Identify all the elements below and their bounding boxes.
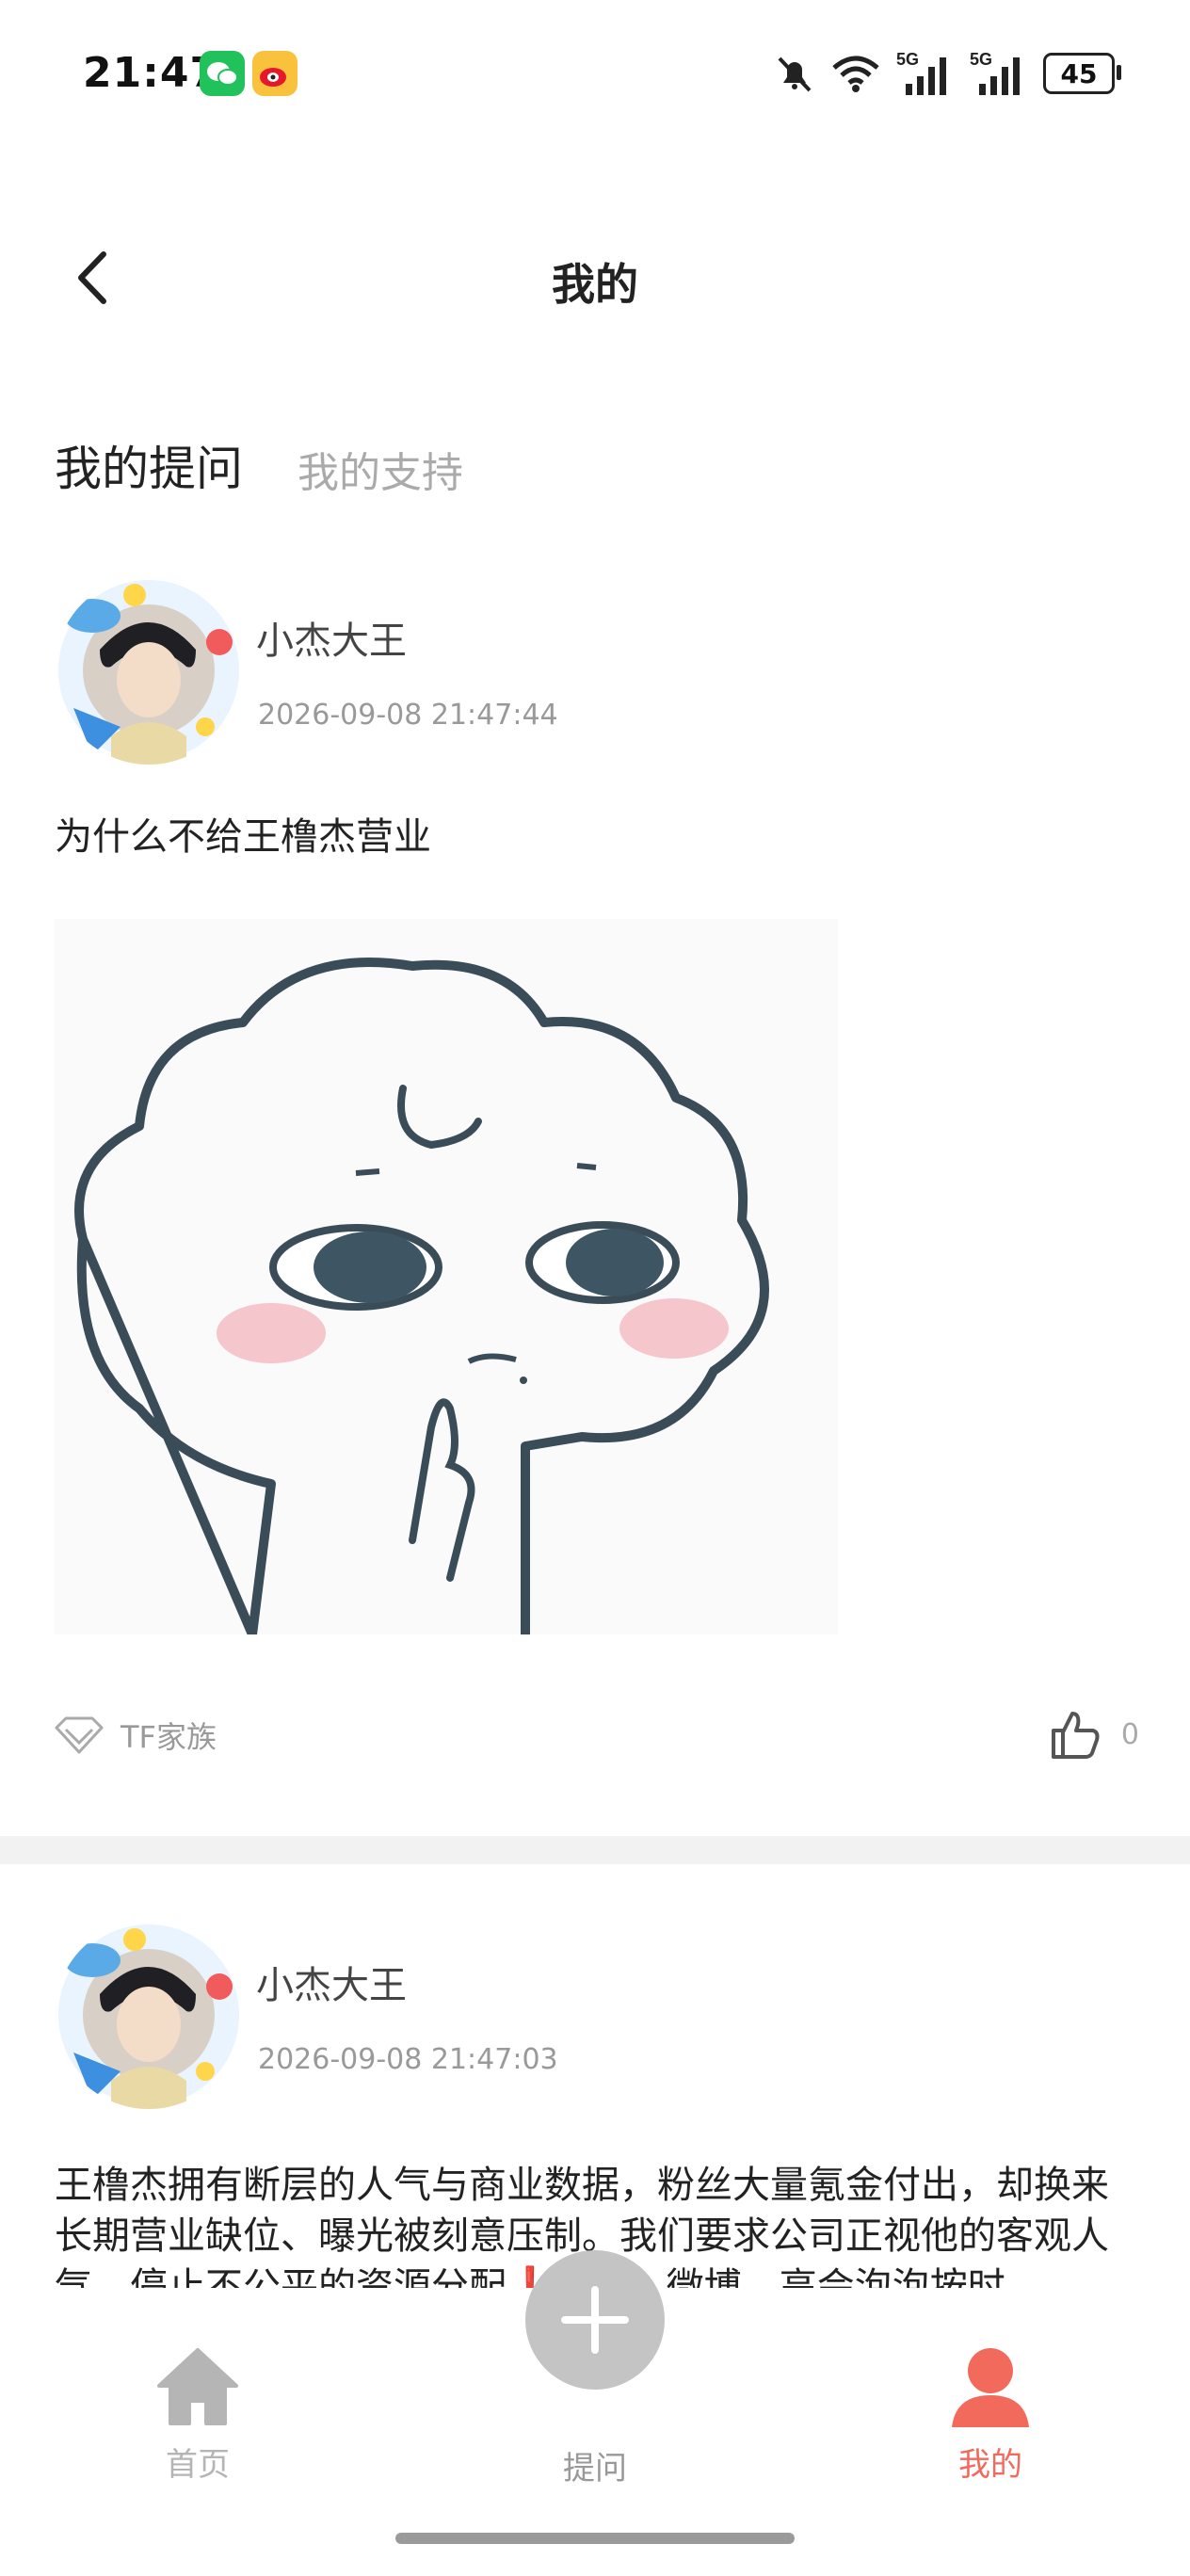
weibo-icon — [252, 51, 298, 96]
tabbar-mine[interactable]: 我的 — [896, 2344, 1085, 2485]
post-author: 小杰大王 — [256, 620, 407, 663]
topic-tag-label: TF家族 — [121, 1719, 217, 1755]
svg-text:5G: 5G — [896, 50, 919, 69]
system-icons: 5G 5G 45 — [774, 47, 1121, 100]
thumbs-up-icon — [1051, 1712, 1100, 1759]
home-icon — [157, 2348, 238, 2425]
post-image[interactable] — [55, 919, 838, 1639]
ask-question-label[interactable]: 提问 — [501, 2442, 689, 2488]
ask-question-button[interactable] — [525, 2250, 665, 2390]
battery-level: 45 — [1060, 57, 1098, 89]
avatar[interactable] — [55, 1921, 243, 2109]
avatar[interactable] — [55, 576, 243, 765]
nav-bar: 我的 — [0, 217, 1190, 339]
tabbar-home-label: 首页 — [166, 2446, 230, 2484]
tab-my-questions[interactable]: 我的提问 — [55, 431, 243, 499]
tab-my-supports[interactable]: 我的支持 — [298, 439, 463, 499]
home-indicator[interactable] — [395, 2533, 795, 2544]
page-title: 我的 — [552, 259, 638, 310]
wechat-icon — [200, 51, 245, 96]
person-icon — [952, 2348, 1029, 2427]
tabbar-home[interactable]: 首页 — [104, 2344, 292, 2485]
plus-icon — [561, 2286, 629, 2354]
signal-5g-icon: 5G — [896, 50, 946, 95]
wifi-icon — [832, 56, 879, 92]
signal-5g-icon: 5G — [970, 50, 1020, 95]
section-divider — [0, 1836, 1190, 1864]
like-count: 0 — [1120, 1717, 1139, 1751]
status-bar: 21:47 5G 5G 45 — [0, 0, 1190, 151]
post-time: 2026-09-08 21:47:03 — [258, 2043, 558, 2076]
post-text: 为什么不给王橹杰营业 — [55, 815, 431, 859]
post-time: 2026-09-08 21:47:44 — [258, 699, 558, 732]
battery-icon: 45 — [1043, 53, 1121, 94]
diamond-icon — [55, 1716, 104, 1754]
post-author: 小杰大王 — [256, 1964, 407, 2007]
svg-text:5G: 5G — [970, 50, 992, 69]
tabbar-mine-label: 我的 — [958, 2446, 1022, 2484]
mute-bell-icon — [778, 56, 812, 92]
topic-tag[interactable]: TF家族 — [53, 1714, 217, 1757]
like-button[interactable]: 0 — [1048, 1708, 1139, 1761]
